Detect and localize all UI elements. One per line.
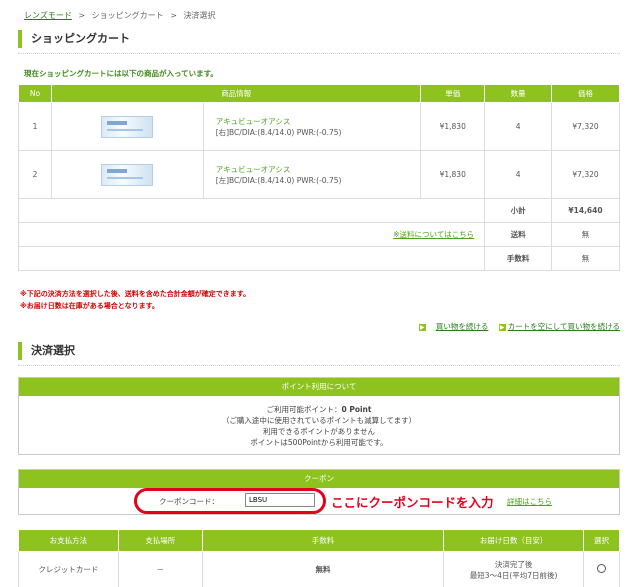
quantity: 4: [484, 150, 553, 199]
subtotal-row: 小計 ¥14,640: [17, 198, 620, 223]
points-available-value: 0 Point: [341, 405, 372, 414]
shipping-link-cell: ※送料についてはこちら: [17, 222, 486, 247]
payment-place: －: [117, 551, 203, 587]
points-header: ポイント利用について: [19, 378, 619, 396]
shipping-row: ※送料についてはこちら 送料 無: [17, 222, 620, 247]
points-available-label: ご利用可能ポイント：: [266, 405, 342, 414]
delivery-line-1: 決済完了後: [494, 559, 533, 569]
delivery-note: ※お届け日数は在庫がある場合となります。: [20, 302, 159, 310]
line-price: ¥7,320: [551, 102, 620, 151]
breadcrumb-item-cart: ショッピングカート: [91, 11, 164, 20]
fee-value: 無: [551, 246, 620, 271]
shipping-value: 無: [551, 222, 620, 247]
product-spec: [左]BC/DIA:(8.4/14.0) PWR:(-0.75): [215, 175, 342, 185]
payment-note: ※下記の決済方法を選択した後、送料を含めた合計金額が確定できます。: [20, 290, 251, 298]
shipping-label: 送料: [484, 222, 553, 247]
cart-section-title: ショッピングカート: [18, 30, 130, 48]
col-header-fee: 手数料: [201, 529, 445, 552]
product-name-link[interactable]: アキュビューオアシス: [216, 116, 421, 127]
breadcrumb-link-lensmode[interactable]: レンズモード: [24, 11, 72, 20]
divider: [18, 365, 620, 366]
coupon-code-label: クーポンコード：: [159, 497, 219, 506]
item-no: 1: [18, 102, 52, 151]
coupon-header: クーポン: [19, 470, 619, 488]
subtotal-value: ¥14,640: [551, 198, 620, 223]
payment-method: クレジットカード: [18, 551, 119, 587]
product-name-link[interactable]: アキュビューオアシス: [216, 164, 421, 175]
table-row: 1 アキュビューオアシス [右]BC/DIA:(8.4/14.0) PWR:(-…: [18, 102, 620, 151]
table-row[interactable]: クレジットカード － 無料 決済完了後 最短3～4日(平均7日前後): [18, 551, 620, 587]
unit-price: ¥1,830: [420, 150, 486, 199]
coupon-detail-link[interactable]: 詳細はこちら: [507, 496, 552, 507]
arrow-right-icon: ▶: [498, 324, 506, 331]
subtotal-label: 小計: [484, 198, 553, 223]
payment-radio-credit-card[interactable]: [597, 563, 606, 573]
cart-table: No 商品情報 単価 数量 価格 1 アキュビューオアシス [右]BC/DIA:…: [17, 84, 620, 271]
col-header-price: 価格: [551, 84, 620, 103]
breadcrumb-item-payment: 決済選択: [183, 11, 216, 20]
col-header-unit-price: 単価: [420, 84, 486, 103]
cart-header-row: No 商品情報 単価 数量 価格: [18, 84, 620, 103]
product-thumbnail-cell: [50, 150, 204, 199]
fee-spacer: [17, 246, 486, 271]
fee-row: 手数料 無: [17, 246, 620, 271]
coupon-annotation-text: ここにクーポンコードを入力: [331, 495, 494, 510]
product-info: アキュビューオアシス [左]BC/DIA:(8.4/14.0) PWR:(-0.…: [202, 150, 422, 199]
points-unavailable: 利用できるポイントがありません: [262, 427, 376, 436]
table-row: 2 アキュビューオアシス [左]BC/DIA:(8.4/14.0) PWR:(-…: [18, 150, 620, 199]
col-header-method: お支払方法: [18, 529, 119, 552]
payment-section-title: 決済選択: [18, 342, 75, 360]
product-thumbnail[interactable]: [101, 115, 154, 138]
breadcrumb-separator: >: [170, 11, 177, 20]
delivery-line-2: 最短3～4日(平均7日前後): [469, 570, 558, 580]
shipping-info-link[interactable]: ※送料についてはこちら: [393, 230, 474, 239]
points-box: ポイント利用について ご利用可能ポイント：0 Point （ご購入途中に使用され…: [18, 377, 620, 455]
col-header-no: No: [18, 84, 52, 103]
product-spec: [右]BC/DIA:(8.4/14.0) PWR:(-0.75): [215, 127, 342, 137]
payment-fee: 無料: [201, 551, 445, 587]
coupon-row: クーポンコード： ここにクーポンコードを入力 詳細はこちら: [19, 488, 619, 514]
payment-delivery: 決済完了後 最短3～4日(平均7日前後): [443, 551, 585, 587]
empty-cart-continue-link[interactable]: カートを空にして買い物を続ける: [508, 322, 620, 331]
fee-label: 手数料: [484, 246, 553, 271]
divider: [18, 53, 620, 54]
breadcrumb: レンズモード > ショッピングカート > 決済選択: [24, 10, 215, 21]
payment-header-row: お支払方法 支払場所 手数料 お届け日数（目安） 選択: [18, 529, 620, 552]
points-minimum: ポイントは500Pointから利用可能です。: [250, 438, 388, 447]
cart-notice: 現在ショッピングカートには以下の商品が入っています。: [24, 69, 218, 78]
continue-shopping-link[interactable]: 買い物を続ける: [436, 322, 489, 331]
product-thumbnail-cell: [50, 102, 204, 151]
col-header-product: 商品情報: [50, 84, 422, 103]
subtotal-spacer: [17, 198, 486, 223]
payment-select-cell: [583, 551, 620, 587]
payment-method-table: お支払方法 支払場所 手数料 お届け日数（目安） 選択 クレジットカード － 無…: [18, 529, 620, 587]
unit-price: ¥1,830: [420, 102, 486, 151]
col-header-select: 選択: [583, 529, 620, 552]
product-thumbnail[interactable]: [101, 163, 154, 186]
coupon-box: クーポン クーポンコード： ここにクーポンコードを入力 詳細はこちら: [18, 469, 620, 515]
points-note: （ご購入途中に使用されているポイントも減算してます）: [221, 416, 417, 425]
product-info: アキュビューオアシス [右]BC/DIA:(8.4/14.0) PWR:(-0.…: [202, 102, 422, 151]
points-body: ご利用可能ポイント：0 Point （ご購入途中に使用されているポイントも減算し…: [19, 396, 619, 448]
cart-action-links: ▶ 買い物を続ける ▶ カートを空にして買い物を続ける: [418, 321, 620, 332]
points-available: ご利用可能ポイント：0 Point: [19, 404, 619, 415]
coupon-code-input[interactable]: [245, 493, 315, 507]
quantity: 4: [484, 102, 553, 151]
arrow-right-icon: ▶: [418, 324, 426, 331]
item-no: 2: [18, 150, 52, 199]
col-header-place: 支払場所: [117, 529, 203, 552]
col-header-delivery: お届け日数（目安）: [443, 529, 585, 552]
line-price: ¥7,320: [551, 150, 620, 199]
breadcrumb-separator: >: [78, 11, 86, 20]
col-header-qty: 数量: [484, 84, 553, 103]
